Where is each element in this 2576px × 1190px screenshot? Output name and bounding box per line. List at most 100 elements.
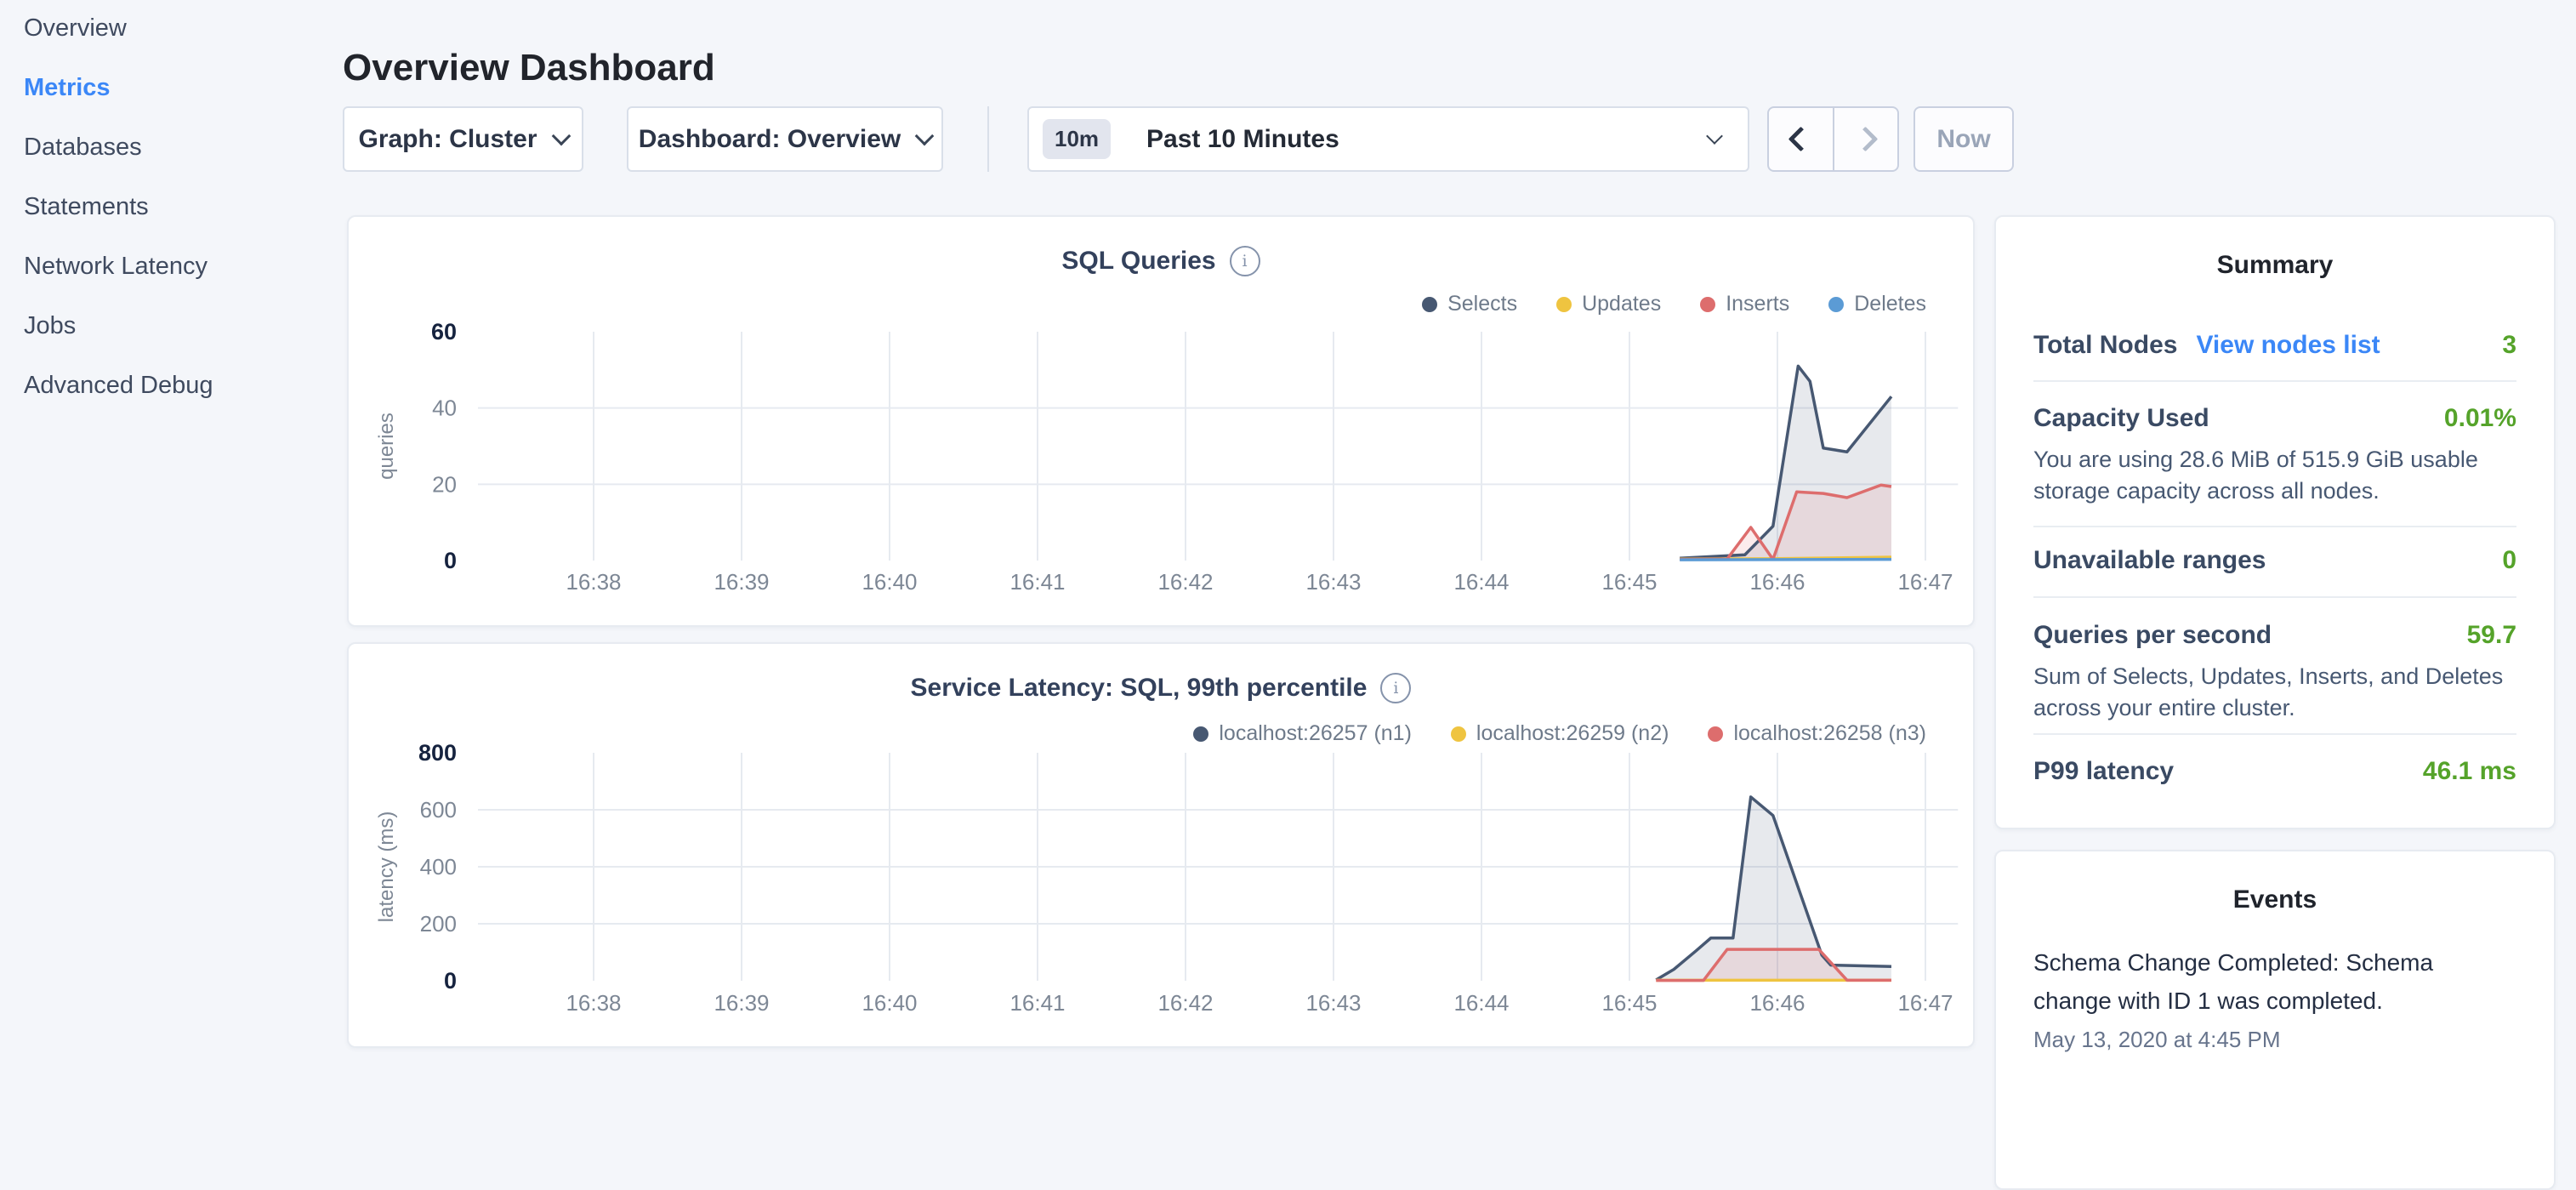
- legend-item[interactable]: Inserts: [1700, 292, 1789, 316]
- svg-text:16:38: 16:38: [566, 990, 621, 1016]
- time-step-buttons: [1767, 106, 1899, 172]
- time-window-badge: 10m: [1043, 119, 1111, 159]
- sidebar-item-overview[interactable]: Overview: [24, 14, 313, 43]
- legend-label: Deletes: [1854, 292, 1926, 316]
- summary-row-value: 0: [2502, 546, 2516, 575]
- svg-text:16:42: 16:42: [1157, 990, 1213, 1016]
- svg-text:16:47: 16:47: [1897, 990, 1953, 1016]
- graph-dropdown-label: Graph: Cluster: [358, 125, 537, 154]
- svg-text:16:45: 16:45: [1601, 569, 1657, 595]
- chevron-left-icon: [1788, 127, 1813, 152]
- summary-row-value: 59.7: [2467, 621, 2516, 650]
- graph-dropdown[interactable]: Graph: Cluster: [343, 106, 583, 172]
- info-icon[interactable]: i: [1380, 673, 1411, 703]
- summary-row-value: 46.1 ms: [2423, 757, 2516, 786]
- legend-dot-icon: [1422, 297, 1437, 312]
- legend-label: Inserts: [1726, 292, 1789, 316]
- now-button[interactable]: Now: [1914, 106, 2014, 172]
- chart-title: SQL Queries: [1061, 247, 1215, 276]
- summary-row-p99-latency: P99 latency 46.1 ms: [2033, 757, 2516, 786]
- summary-row-subtext: You are using 28.6 MiB of 515.9 GiB usab…: [2033, 444, 2516, 507]
- sidebar-item-statements[interactable]: Statements: [24, 192, 313, 221]
- event-timestamp: May 13, 2020 at 4:45 PM: [2033, 1027, 2516, 1053]
- summary-row-total-nodes: Total Nodes View nodes list 3: [2033, 331, 2516, 360]
- summary-title: Summary: [2033, 251, 2516, 280]
- svg-text:0: 0: [444, 548, 457, 573]
- legend-item[interactable]: Updates: [1556, 292, 1661, 316]
- summary-panel: Summary Total Nodes View nodes list 3 Ca…: [1994, 215, 2556, 829]
- view-nodes-list-link[interactable]: View nodes list: [2196, 331, 2380, 360]
- sidebar-item-metrics[interactable]: Metrics: [24, 73, 313, 102]
- legend-dot-icon: [1556, 297, 1572, 312]
- chevron-down-icon: [915, 126, 935, 145]
- svg-text:16:39: 16:39: [714, 990, 769, 1016]
- summary-row-label: Unavailable ranges: [2033, 546, 2266, 575]
- svg-text:40: 40: [432, 396, 457, 421]
- svg-text:200: 200: [420, 911, 457, 937]
- summary-row-unavailable-ranges: Unavailable ranges 0: [2033, 546, 2516, 575]
- svg-text:16:42: 16:42: [1157, 569, 1213, 595]
- legend-item[interactable]: Selects: [1422, 292, 1517, 316]
- summary-row-value: 3: [2502, 331, 2516, 360]
- legend-dot-icon: [1700, 297, 1715, 312]
- summary-row-label: Capacity Used: [2033, 404, 2209, 433]
- events-title: Events: [2033, 885, 2516, 914]
- svg-text:600: 600: [420, 797, 457, 823]
- summary-row-queries-per-second: Queries per second 59.7 Sum of Selects, …: [2033, 621, 2516, 724]
- time-window-dropdown[interactable]: 10m Past 10 Minutes: [1027, 106, 1749, 172]
- toolbar-divider: [987, 106, 989, 172]
- sidebar-item-advanced-debug[interactable]: Advanced Debug: [24, 371, 313, 400]
- service-latency-chart: 16:38 16:39 16:40 16:41 16:42 16:43 16:44 16:45…: [376, 742, 1975, 1022]
- svg-text:0: 0: [444, 968, 457, 994]
- chart-legend: Selects Updates Inserts Deletes: [1422, 292, 1926, 316]
- svg-text:16:44: 16:44: [1453, 990, 1509, 1016]
- legend-dot-icon: [1828, 297, 1844, 312]
- svg-text:16:45: 16:45: [1601, 990, 1657, 1016]
- svg-text:16:46: 16:46: [1749, 990, 1805, 1016]
- svg-text:800: 800: [418, 742, 457, 766]
- summary-row-subtext: Sum of Selects, Updates, Inserts, and De…: [2033, 661, 2516, 724]
- time-step-forward-button[interactable]: [1834, 108, 1898, 170]
- chevron-down-icon: [1706, 128, 1723, 145]
- svg-text:16:40: 16:40: [862, 569, 917, 595]
- sidebar-nav: Overview Metrics Databases Statements Networ…: [24, 14, 313, 400]
- svg-text:16:40: 16:40: [862, 990, 917, 1016]
- svg-text:16:44: 16:44: [1453, 569, 1509, 595]
- time-step-back-button[interactable]: [1769, 108, 1834, 170]
- event-item[interactable]: Schema Change Completed: Schema change w…: [2033, 943, 2516, 1053]
- svg-text:16:46: 16:46: [1749, 569, 1805, 595]
- summary-row-value: 0.01%: [2444, 404, 2516, 433]
- svg-text:16:38: 16:38: [566, 569, 621, 595]
- svg-text:16:43: 16:43: [1305, 990, 1361, 1016]
- events-panel: Events Schema Change Completed: Schema c…: [1994, 850, 2556, 1190]
- sidebar-item-network-latency[interactable]: Network Latency: [24, 252, 313, 281]
- info-icon[interactable]: i: [1230, 246, 1260, 276]
- svg-text:latency (ms): latency (ms): [376, 811, 398, 923]
- legend-dot-icon: [1708, 726, 1723, 742]
- sidebar-item-databases[interactable]: Databases: [24, 133, 313, 162]
- summary-row-capacity-used: Capacity Used 0.01% You are using 28.6 M…: [2033, 404, 2516, 507]
- time-window-label: Past 10 Minutes: [1146, 125, 1709, 154]
- svg-text:16:41: 16:41: [1009, 569, 1065, 595]
- sql-queries-chart-card: SQL Queries i Selects Updates Inserts Delet…: [347, 215, 1975, 627]
- sidebar-item-jobs[interactable]: Jobs: [24, 311, 313, 340]
- chevron-down-icon: [551, 126, 571, 145]
- page-title: Overview Dashboard: [343, 47, 715, 89]
- svg-text:400: 400: [420, 854, 457, 880]
- svg-text:queries: queries: [376, 413, 398, 480]
- legend-dot-icon: [1193, 726, 1208, 742]
- legend-dot-icon: [1451, 726, 1466, 742]
- svg-text:16:47: 16:47: [1897, 569, 1953, 595]
- svg-text:60: 60: [431, 321, 457, 344]
- summary-row-label: P99 latency: [2033, 757, 2174, 786]
- sql-queries-chart: 16:3816:3916:4016:4116:4216:4316:4416:45…: [376, 321, 1975, 601]
- legend-label: Updates: [1582, 292, 1661, 316]
- chart-title: Service Latency: SQL, 99th percentile: [911, 674, 1368, 703]
- dashboard-dropdown[interactable]: Dashboard: Overview: [627, 106, 943, 172]
- chevron-right-icon: [1853, 127, 1879, 152]
- legend-item[interactable]: Deletes: [1828, 292, 1926, 316]
- legend-label: Selects: [1447, 292, 1517, 316]
- svg-text:16:41: 16:41: [1009, 990, 1065, 1016]
- svg-text:20: 20: [432, 471, 457, 497]
- service-latency-chart-card: Service Latency: SQL, 99th percentile i …: [347, 642, 1975, 1048]
